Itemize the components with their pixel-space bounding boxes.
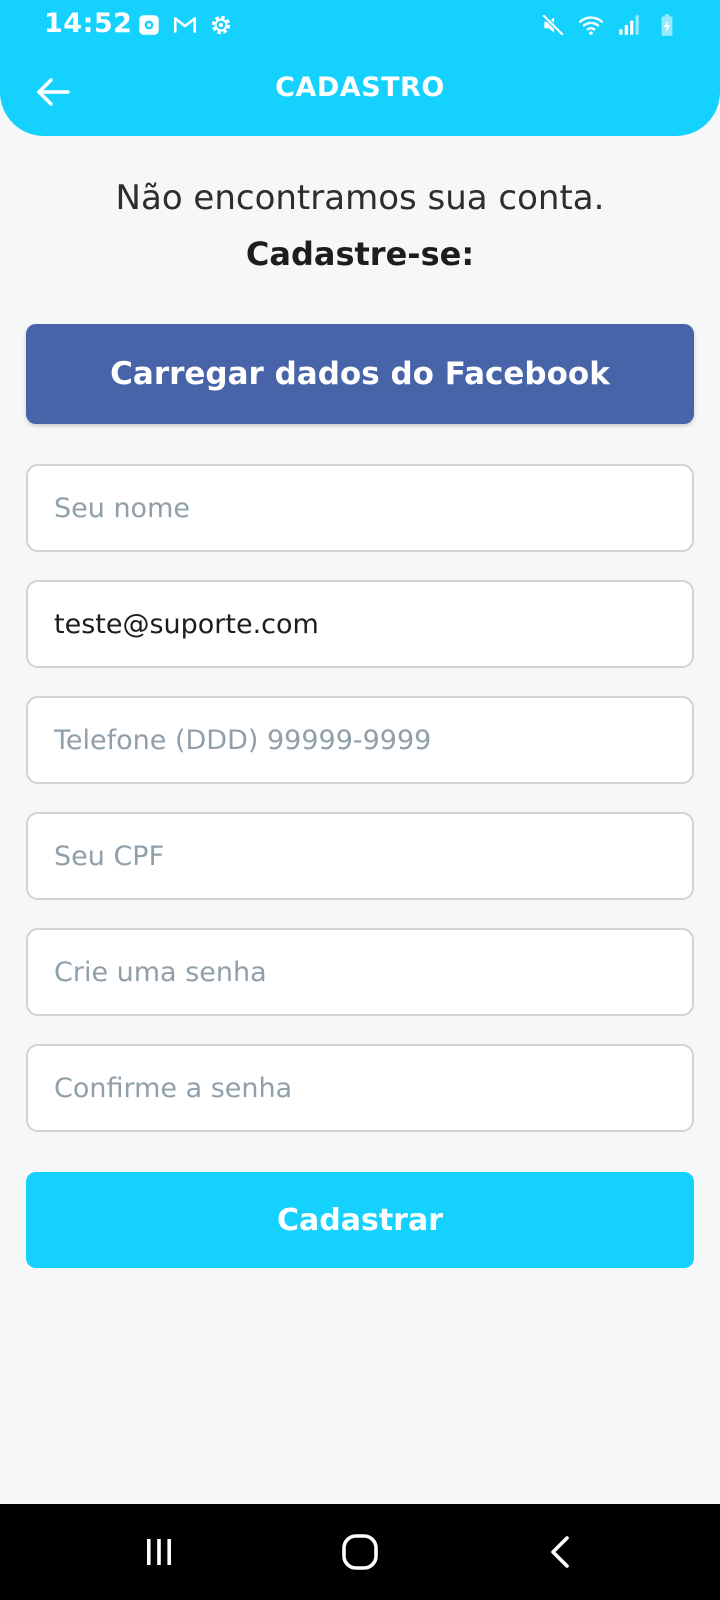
email-field[interactable] <box>26 580 694 668</box>
signal-icon <box>619 15 639 35</box>
status-left-icons <box>136 12 234 38</box>
recent-apps-button[interactable] <box>129 1528 189 1576</box>
load-facebook-data-button[interactable]: Carregar dados do Facebook <box>26 324 694 424</box>
register-button[interactable]: Cadastrar <box>26 1172 694 1268</box>
status-right-icons <box>540 12 680 38</box>
back-icon <box>551 1536 569 1568</box>
not-found-message: Não encontramos sua conta. <box>115 178 605 218</box>
name-field[interactable] <box>26 464 694 552</box>
wifi-icon <box>578 16 604 35</box>
signup-prompt: Cadastre-se: <box>245 235 475 273</box>
status-bar: 14:52 <box>0 0 720 52</box>
settings-icon <box>211 15 231 35</box>
cpf-field[interactable] <box>26 812 694 900</box>
recent-apps-icon <box>147 1539 171 1565</box>
confirm-password-field[interactable] <box>26 1044 694 1132</box>
battery-charging-icon <box>661 14 673 36</box>
mute-icon <box>541 13 565 37</box>
app-header: 14:52 CADASTRO <box>0 0 720 136</box>
status-time: 14:52 <box>44 8 133 39</box>
page-title: CADASTRO <box>275 72 445 103</box>
gmail-icon <box>173 17 197 33</box>
password-field[interactable] <box>26 928 694 1016</box>
system-back-button[interactable] <box>531 1528 591 1576</box>
phone-field[interactable] <box>26 696 694 784</box>
home-button[interactable] <box>330 1528 390 1576</box>
system-nav-bar <box>0 1504 720 1600</box>
screen-recorder-icon <box>139 15 159 35</box>
home-icon <box>342 1534 378 1570</box>
